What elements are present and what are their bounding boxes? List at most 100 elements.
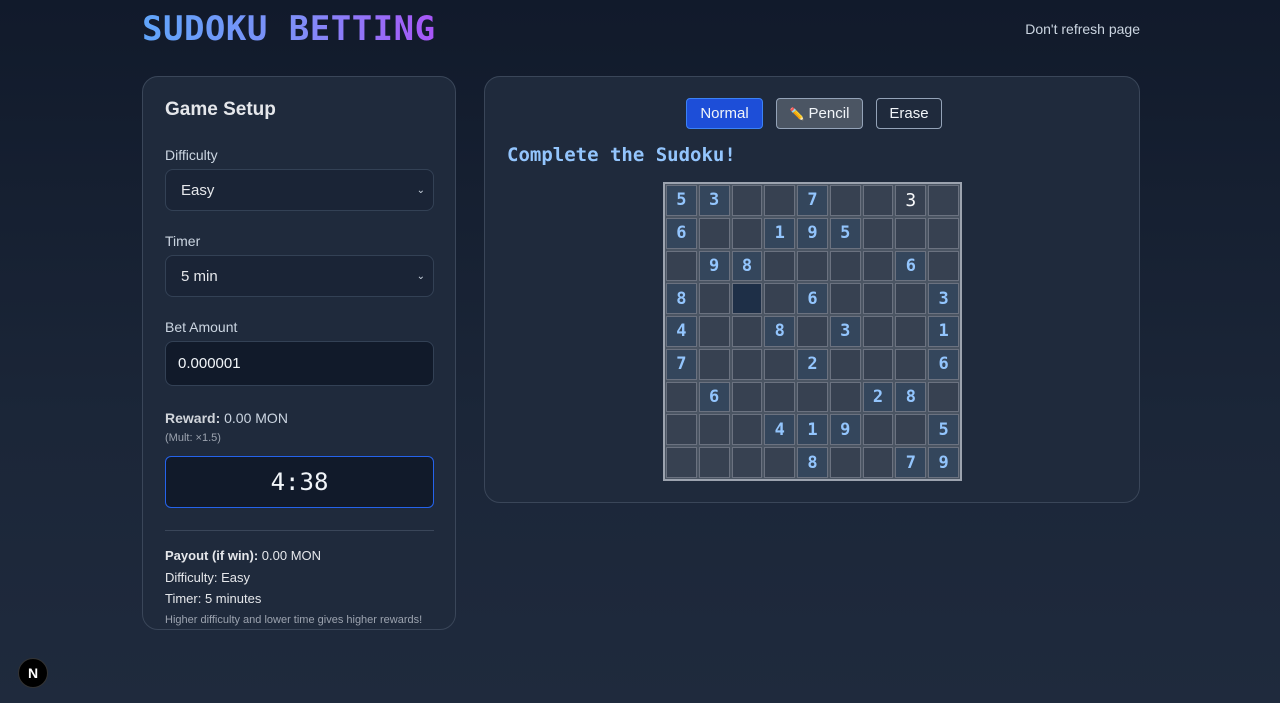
sudoku-cell-r7c9[interactable] bbox=[928, 381, 959, 413]
timer-value: 5 min bbox=[181, 267, 218, 285]
reward-label: Reward: bbox=[165, 410, 221, 426]
sudoku-cell-r8c4[interactable]: 4 bbox=[764, 414, 796, 446]
sudoku-cell-r5c5[interactable] bbox=[797, 316, 828, 347]
pencil-mode-button[interactable]: ✏️ Pencil bbox=[776, 98, 863, 129]
sudoku-cell-r3c5[interactable] bbox=[797, 250, 828, 282]
sudoku-cell-r9c6[interactable] bbox=[829, 447, 861, 478]
sudoku-cell-r3c6[interactable] bbox=[829, 250, 861, 282]
sudoku-cell-r8c1[interactable] bbox=[666, 414, 697, 446]
sudoku-cell-r3c7[interactable] bbox=[862, 250, 894, 282]
sudoku-cell-r3c2[interactable]: 9 bbox=[698, 250, 730, 282]
sudoku-cell-r6c9[interactable]: 6 bbox=[928, 348, 959, 380]
sudoku-cell-r8c3[interactable] bbox=[731, 414, 763, 446]
sudoku-cell-r9c1[interactable] bbox=[666, 447, 697, 478]
sudoku-cell-r6c6[interactable] bbox=[829, 348, 861, 380]
sudoku-cell-r5c1[interactable]: 4 bbox=[666, 316, 697, 347]
sudoku-cell-r6c2[interactable] bbox=[698, 348, 730, 380]
sudoku-cell-r7c3[interactable] bbox=[731, 381, 763, 413]
sudoku-cell-r7c6[interactable] bbox=[829, 381, 861, 413]
sudoku-cell-r4c7[interactable] bbox=[862, 283, 894, 315]
sudoku-cell-r5c9[interactable]: 1 bbox=[928, 316, 959, 347]
sudoku-cell-r2c3[interactable] bbox=[731, 217, 763, 249]
sudoku-cell-r3c4[interactable] bbox=[764, 250, 796, 282]
sudoku-cell-r1c5[interactable]: 7 bbox=[797, 185, 828, 216]
divider bbox=[165, 530, 434, 531]
sudoku-cell-r7c2[interactable]: 6 bbox=[698, 381, 730, 413]
sudoku-cell-r6c7[interactable] bbox=[862, 348, 894, 380]
sudoku-cell-r1c9[interactable] bbox=[928, 185, 959, 216]
difficulty-select[interactable]: Easy ⌄ bbox=[165, 169, 434, 211]
sudoku-cell-r8c9[interactable]: 5 bbox=[928, 414, 959, 446]
next-logo-icon[interactable]: N bbox=[18, 658, 48, 688]
sudoku-cell-r7c5[interactable] bbox=[797, 381, 828, 413]
sudoku-cell-r7c4[interactable] bbox=[764, 381, 796, 413]
sudoku-cell-r1c7[interactable] bbox=[862, 185, 894, 216]
payout-info: Payout (if win): 0.00 MON bbox=[165, 545, 433, 567]
sudoku-cell-r5c3[interactable] bbox=[731, 316, 763, 347]
timer-select[interactable]: 5 min ⌄ bbox=[165, 255, 434, 297]
sudoku-cell-r6c8[interactable] bbox=[895, 348, 927, 380]
sudoku-cell-r6c1[interactable]: 7 bbox=[666, 348, 697, 380]
chevron-down-icon: ⌄ bbox=[416, 270, 425, 282]
sudoku-cell-r8c6[interactable]: 9 bbox=[829, 414, 861, 446]
sudoku-cell-r2c7[interactable] bbox=[862, 217, 894, 249]
sudoku-cell-r8c5[interactable]: 1 bbox=[797, 414, 828, 446]
sudoku-cell-r8c2[interactable] bbox=[698, 414, 730, 446]
sudoku-cell-r8c7[interactable] bbox=[862, 414, 894, 446]
sudoku-cell-r7c7[interactable]: 2 bbox=[862, 381, 894, 413]
reward-text: Reward: 0.00 MON bbox=[165, 410, 433, 426]
sudoku-cell-r9c5[interactable]: 8 bbox=[797, 447, 828, 478]
sudoku-cell-r5c4[interactable]: 8 bbox=[764, 316, 796, 347]
sudoku-cell-r6c3[interactable] bbox=[731, 348, 763, 380]
sudoku-cell-r4c4[interactable] bbox=[764, 283, 796, 315]
sudoku-cell-r1c1[interactable]: 5 bbox=[666, 185, 697, 216]
bet-amount-input[interactable]: 0.000001 bbox=[165, 341, 434, 386]
sudoku-cell-r1c3[interactable] bbox=[731, 185, 763, 216]
sudoku-cell-r4c3[interactable] bbox=[731, 283, 763, 315]
reward-value: 0.00 MON bbox=[224, 410, 288, 426]
erase-mode-button[interactable]: Erase bbox=[876, 98, 942, 129]
sudoku-cell-r9c3[interactable] bbox=[731, 447, 763, 478]
reward-hint: Higher difficulty and lower time gives h… bbox=[165, 613, 423, 626]
sudoku-cell-r1c6[interactable] bbox=[829, 185, 861, 216]
sudoku-cell-r4c2[interactable] bbox=[698, 283, 730, 315]
sudoku-cell-r3c3[interactable]: 8 bbox=[731, 250, 763, 282]
sudoku-cell-r2c8[interactable] bbox=[895, 217, 927, 249]
sudoku-cell-r2c4[interactable]: 1 bbox=[764, 217, 796, 249]
sudoku-grid: 5373619598686348317266284195879 bbox=[663, 182, 962, 481]
sudoku-cell-r8c8[interactable] bbox=[895, 414, 927, 446]
sudoku-cell-r9c8[interactable]: 7 bbox=[895, 447, 927, 478]
setup-title: Game Setup bbox=[165, 99, 276, 120]
sudoku-cell-r2c1[interactable]: 6 bbox=[666, 217, 697, 249]
sudoku-cell-r1c8[interactable]: 3 bbox=[895, 185, 927, 216]
sudoku-cell-r6c5[interactable]: 2 bbox=[797, 348, 828, 380]
sudoku-cell-r7c8[interactable]: 8 bbox=[895, 381, 927, 413]
sudoku-cell-r2c9[interactable] bbox=[928, 217, 959, 249]
sudoku-cell-r9c7[interactable] bbox=[862, 447, 894, 478]
sudoku-cell-r9c2[interactable] bbox=[698, 447, 730, 478]
sudoku-cell-r2c5[interactable]: 9 bbox=[797, 217, 828, 249]
sudoku-cell-r4c6[interactable] bbox=[829, 283, 861, 315]
sudoku-cell-r4c9[interactable]: 3 bbox=[928, 283, 959, 315]
sudoku-cell-r3c9[interactable] bbox=[928, 250, 959, 282]
pencil-mode-label: Pencil bbox=[808, 105, 850, 122]
sudoku-cell-r7c1[interactable] bbox=[666, 381, 697, 413]
sudoku-cell-r4c5[interactable]: 6 bbox=[797, 283, 828, 315]
sudoku-cell-r2c2[interactable] bbox=[698, 217, 730, 249]
sudoku-cell-r9c4[interactable] bbox=[764, 447, 796, 478]
sudoku-cell-r1c4[interactable] bbox=[764, 185, 796, 216]
sudoku-panel: Normal ✏️ Pencil Erase Complete the Sudo… bbox=[484, 76, 1140, 503]
sudoku-cell-r3c1[interactable] bbox=[666, 250, 697, 282]
sudoku-cell-r5c7[interactable] bbox=[862, 316, 894, 347]
sudoku-cell-r4c1[interactable]: 8 bbox=[666, 283, 697, 315]
sudoku-cell-r5c6[interactable]: 3 bbox=[829, 316, 861, 347]
sudoku-cell-r9c9[interactable]: 9 bbox=[928, 447, 959, 478]
sudoku-cell-r2c6[interactable]: 5 bbox=[829, 217, 861, 249]
sudoku-cell-r6c4[interactable] bbox=[764, 348, 796, 380]
sudoku-cell-r3c8[interactable]: 6 bbox=[895, 250, 927, 282]
normal-mode-button[interactable]: Normal bbox=[686, 98, 763, 129]
sudoku-cell-r5c2[interactable] bbox=[698, 316, 730, 347]
sudoku-cell-r5c8[interactable] bbox=[895, 316, 927, 347]
sudoku-cell-r4c8[interactable] bbox=[895, 283, 927, 315]
sudoku-cell-r1c2[interactable]: 3 bbox=[698, 185, 730, 216]
